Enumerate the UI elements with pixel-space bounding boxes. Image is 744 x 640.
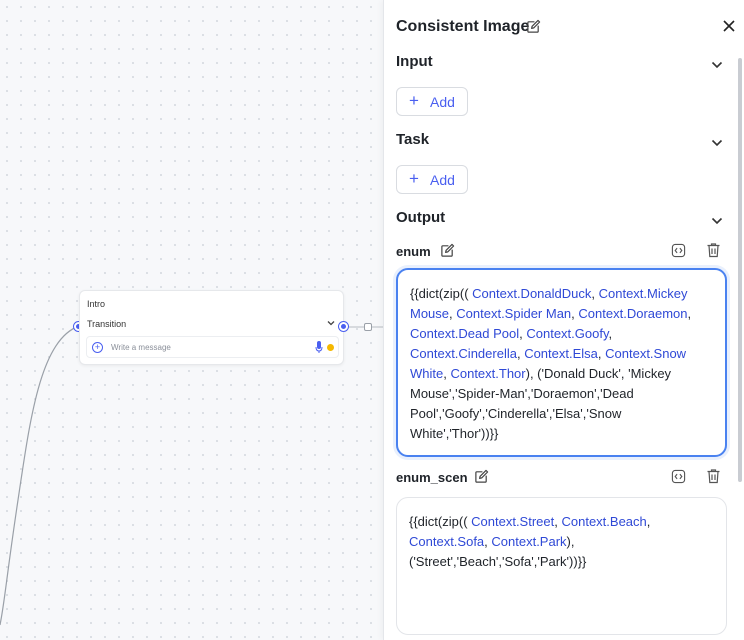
trash-icon[interactable] — [706, 242, 721, 263]
section-output-label: Output — [396, 209, 446, 226]
context-token: Context.Doraemon — [578, 306, 688, 321]
panel-scrollbar[interactable] — [738, 58, 742, 482]
status-dot — [327, 344, 334, 351]
add-circle-icon[interactable]: + — [92, 342, 103, 353]
plus-icon: + — [409, 169, 419, 188]
expression-text: , — [646, 514, 651, 529]
chevron-down-icon[interactable] — [327, 318, 335, 328]
section-task-label: Task — [396, 131, 430, 148]
chevron-down-icon[interactable] — [711, 56, 723, 74]
add-task-label: Add — [430, 172, 455, 188]
context-token: Context.Cinderella — [410, 346, 517, 361]
mic-icon[interactable] — [315, 340, 323, 359]
node-message-input[interactable]: + Write a message — [86, 336, 339, 358]
chevron-down-icon[interactable] — [711, 134, 723, 152]
node-title: Intro — [87, 299, 106, 309]
expression-text: , — [687, 306, 692, 321]
edit-icon[interactable] — [526, 19, 541, 39]
node-settings-panel: Consistent Image Input + Add Task + Add … — [383, 0, 744, 640]
code-icon[interactable] — [671, 469, 686, 489]
plus-icon: + — [409, 91, 419, 110]
chevron-down-icon[interactable] — [711, 212, 723, 230]
edge-handle-icon[interactable] — [364, 323, 372, 331]
flow-canvas[interactable]: Intro Transition + Write a message — [0, 0, 390, 640]
add-input-label: Add — [430, 94, 455, 110]
edit-icon[interactable] — [440, 243, 455, 263]
output-name-enum: enum — [396, 244, 431, 259]
context-token: Context.Spider Man — [456, 306, 572, 321]
edit-icon[interactable] — [474, 469, 489, 489]
context-token: Context.DonaldDuck — [472, 286, 592, 301]
context-token: Context.Goofy — [526, 326, 609, 341]
add-input-button[interactable]: + Add — [396, 87, 468, 116]
output-expression-editor[interactable]: {{dict(zip(( Context.Street, Context.Bea… — [396, 497, 727, 635]
close-icon[interactable] — [722, 19, 736, 38]
add-task-button[interactable]: + Add — [396, 165, 468, 194]
context-token: Context.Park — [491, 534, 567, 549]
context-token: Context.Street — [471, 514, 555, 529]
context-token: Context.Dead Pool — [410, 326, 520, 341]
node-transition-label[interactable]: Transition — [87, 319, 126, 329]
context-token: Context.Sofa — [409, 534, 485, 549]
context-token: Context.Elsa — [524, 346, 598, 361]
message-placeholder: Write a message — [111, 343, 171, 352]
context-token: Context.Thor — [450, 366, 526, 381]
context-token: Context.Beach — [561, 514, 647, 529]
section-input-label: Input — [396, 53, 433, 70]
expression-text: {{dict(zip(( — [409, 514, 472, 529]
expression-text: {{dict(zip(( — [410, 286, 473, 301]
output-name-enum-scen: enum_scen — [396, 470, 468, 485]
output-expression-editor[interactable]: {{dict(zip(( Context.DonaldDuck, Context… — [396, 268, 727, 457]
code-icon[interactable] — [671, 243, 686, 263]
expression-text: , — [591, 286, 599, 301]
expression-text: , — [608, 326, 613, 341]
flow-node-intro[interactable]: Intro Transition + Write a message — [79, 290, 344, 365]
trash-icon[interactable] — [706, 468, 721, 489]
node-output-port[interactable] — [339, 322, 348, 331]
panel-title: Consistent Image — [396, 18, 530, 35]
